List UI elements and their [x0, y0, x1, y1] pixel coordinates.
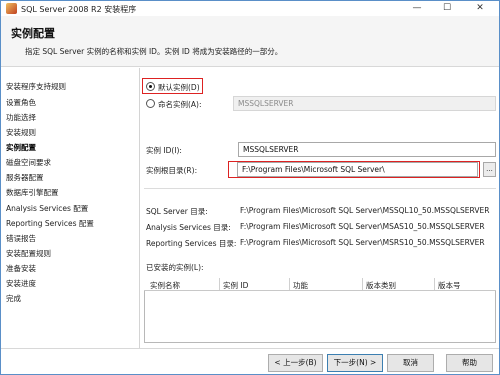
sql-server-setup-icon: [6, 3, 17, 14]
column-header-instance-name[interactable]: 实例名称: [150, 280, 180, 291]
column-separator: [434, 278, 435, 290]
section-divider: [144, 188, 496, 189]
browse-button[interactable]: ...: [483, 162, 496, 177]
page-title: 实例配置: [11, 27, 55, 40]
named-instance-radio[interactable]: [146, 99, 155, 108]
column-header-features[interactable]: 功能: [293, 280, 308, 291]
nav-item-server-configuration[interactable]: 服务器配置: [6, 172, 44, 183]
nav-item-setup-support-rules[interactable]: 安装程序支持规则: [6, 81, 66, 92]
reporting-services-dir-label: Reporting Services 目录:: [146, 239, 237, 248]
default-instance-radio[interactable]: [146, 82, 155, 91]
page-description: 指定 SQL Server 实例的名称和实例 ID。实例 ID 将成为安装路径的…: [25, 47, 283, 56]
nav-item-installation-progress[interactable]: 安装进度: [6, 278, 36, 289]
analysis-services-dir-label: Analysis Services 目录:: [146, 223, 231, 232]
sql-server-dir-label: SQL Server 目录:: [146, 207, 208, 216]
named-instance-label[interactable]: 命名实例(A):: [158, 99, 202, 110]
column-header-instance-id[interactable]: 实例 ID: [223, 280, 248, 291]
nav-item-installation-configuration-rules[interactable]: 安装配置规则: [6, 248, 51, 259]
column-header-version[interactable]: 版本号: [438, 280, 461, 291]
page-header: [1, 16, 499, 67]
analysis-services-dir-value: F:\Program Files\Microsoft SQL Server\MS…: [240, 222, 485, 231]
nav-item-feature-selection[interactable]: 功能选择: [6, 112, 36, 123]
nav-item-reporting-services[interactable]: Reporting Services 配置: [6, 218, 94, 229]
nav-item-complete[interactable]: 完成: [6, 293, 21, 304]
close-icon[interactable]: ✕: [463, 1, 497, 16]
nav-item-installation-rules[interactable]: 安装规则: [6, 127, 36, 138]
installed-instances-label: 已安装的实例(L):: [146, 263, 204, 272]
back-button[interactable]: < 上一步(B): [268, 354, 323, 372]
instance-root-highlight: [228, 161, 480, 178]
nav-item-error-reporting[interactable]: 错误报告: [6, 233, 36, 244]
column-separator: [219, 278, 220, 290]
nav-item-database-engine[interactable]: 数据库引擎配置: [6, 187, 59, 198]
column-separator: [289, 278, 290, 290]
next-button[interactable]: 下一步(N) >: [327, 354, 383, 372]
reporting-services-dir-value: F:\Program Files\Microsoft SQL Server\MS…: [240, 238, 485, 247]
column-separator: [362, 278, 363, 290]
sql-server-dir-value: F:\Program Files\Microsoft SQL Server\MS…: [240, 206, 490, 215]
nav-item-disk-space[interactable]: 磁盘空间要求: [6, 157, 51, 168]
minimize-icon[interactable]: —: [403, 1, 431, 16]
instance-id-input[interactable]: MSSQLSERVER: [238, 142, 496, 157]
nav-item-instance-configuration[interactable]: 实例配置: [6, 142, 36, 153]
nav-item-setup-role[interactable]: 设置角色: [6, 97, 36, 108]
window-title: SQL Server 2008 R2 安装程序: [21, 5, 137, 14]
nav-item-ready-to-install[interactable]: 准备安装: [6, 263, 36, 274]
nav-divider: [139, 68, 140, 348]
instance-root-label: 实例根目录(R):: [146, 166, 198, 175]
column-header-edition[interactable]: 版本类别: [366, 280, 396, 291]
named-instance-input[interactable]: MSSQLSERVER: [233, 96, 496, 111]
maximize-icon[interactable]: ☐: [433, 1, 461, 16]
default-instance-label[interactable]: 默认实例(D): [158, 82, 200, 93]
cancel-button[interactable]: 取消: [387, 354, 434, 372]
instance-id-label: 实例 ID(I):: [146, 146, 182, 155]
help-button[interactable]: 帮助: [446, 354, 493, 372]
nav-item-analysis-services[interactable]: Analysis Services 配置: [6, 203, 88, 214]
footer-divider: [1, 348, 499, 349]
